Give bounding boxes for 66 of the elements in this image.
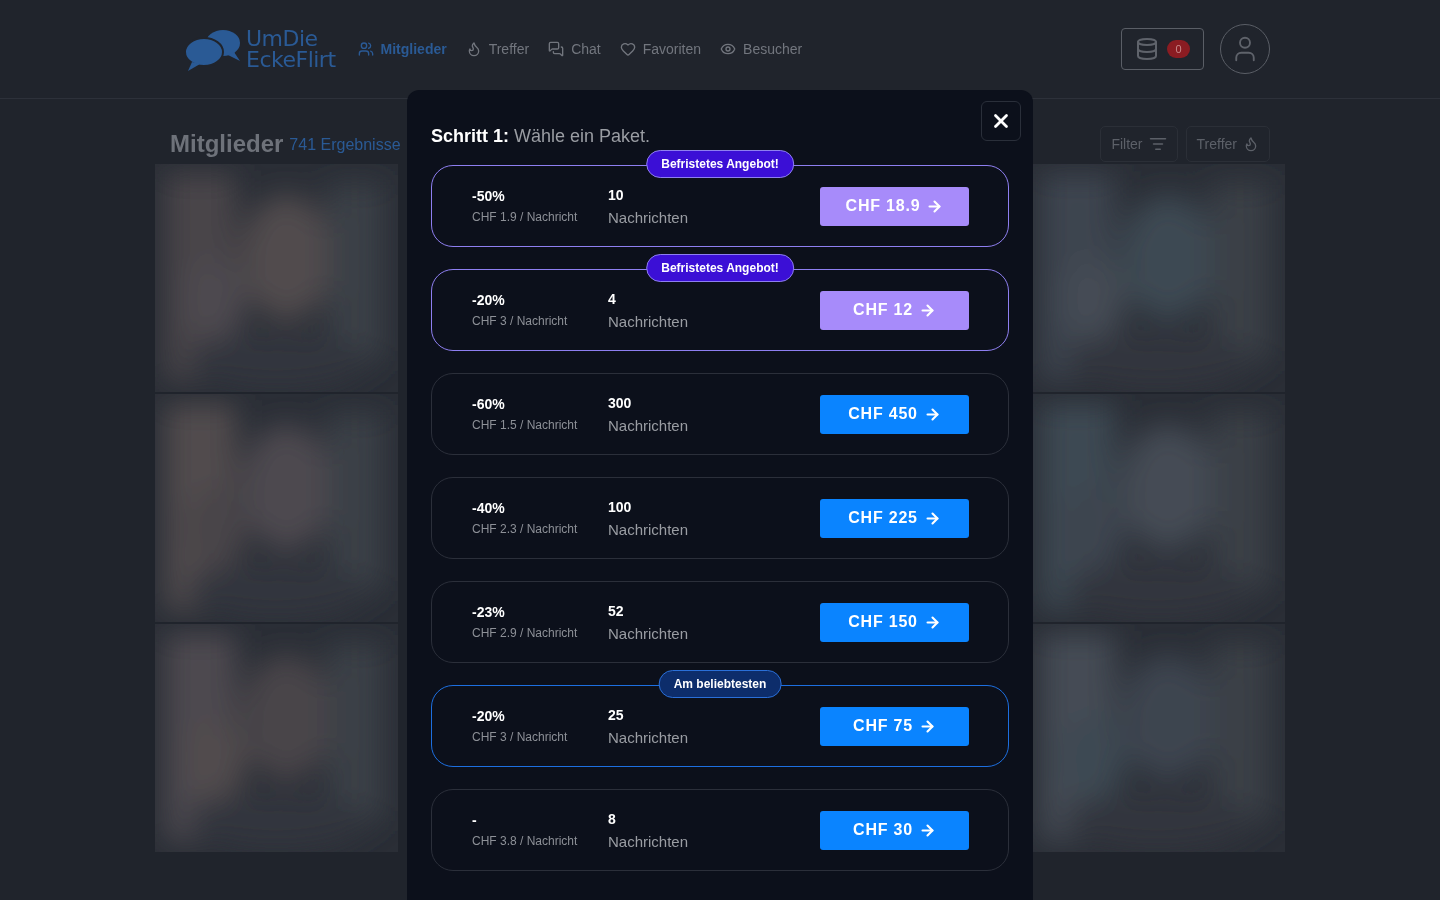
- nav-link[interactable]: Mitglieder: [357, 41, 447, 57]
- result-count: 741 Ergebnisse: [289, 135, 401, 154]
- unit-label: Nachrichten: [608, 312, 690, 330]
- filter-button[interactable]: Filter: [1100, 125, 1178, 162]
- offer-badge: Befristetes Angebot!: [646, 254, 794, 282]
- buy-button[interactable]: CHF 450: [820, 394, 969, 434]
- price-per-message: CHF 3 / Nachricht: [472, 730, 569, 744]
- discount: -50%: [472, 188, 506, 204]
- buy-button[interactable]: CHF 75: [820, 706, 969, 746]
- message-count: 52: [608, 602, 625, 619]
- message-count: 25: [608, 706, 625, 723]
- matches-button[interactable]: Treffer: [1185, 125, 1270, 162]
- message-count: 8: [608, 810, 617, 827]
- unit-label: Nachrichten: [608, 832, 690, 850]
- unit-label: Nachrichten: [608, 624, 690, 642]
- unit-label: Nachrichten: [608, 728, 690, 746]
- message-count: 300: [608, 394, 633, 411]
- nav-link[interactable]: Besucher: [720, 41, 803, 57]
- message-count: 100: [608, 498, 633, 515]
- buy-button[interactable]: CHF 150: [820, 602, 969, 642]
- page-title: Mitglieder: [170, 129, 284, 158]
- package-card[interactable]: -23% CHF 2.9 / Nachricht 52 Nachrichten CHF 150: [431, 581, 1009, 663]
- nav-link[interactable]: Favoriten: [619, 41, 702, 57]
- modal-title: Schritt 1: Wähle ein Paket.: [431, 126, 651, 147]
- unit-label: Nachrichten: [608, 520, 690, 538]
- unit-label: Nachrichten: [608, 416, 690, 434]
- logo-text[interactable]: UmDie EckeFlirt: [246, 28, 336, 70]
- credits-button[interactable]: 0: [1121, 28, 1204, 70]
- buy-button[interactable]: CHF 225: [820, 498, 969, 538]
- unit-label: Nachrichten: [608, 208, 690, 226]
- buy-button[interactable]: CHF 18.9: [820, 186, 969, 226]
- speech-bubbles-icon: [184, 27, 242, 71]
- arrow-right-icon: [918, 301, 936, 319]
- discount: -60%: [472, 396, 506, 412]
- discount: -20%: [472, 708, 506, 724]
- buy-button[interactable]: CHF 30: [820, 810, 969, 850]
- discount: -20%: [472, 292, 506, 308]
- discount: -23%: [472, 604, 506, 620]
- coins-icon: [1135, 37, 1160, 61]
- nav-link[interactable]: Chat: [548, 41, 601, 57]
- heart-icon: [619, 41, 636, 57]
- offer-badge: Befristetes Angebot!: [646, 150, 794, 178]
- credits-count: 0: [1167, 40, 1190, 58]
- buy-button[interactable]: CHF 12: [820, 290, 969, 330]
- message-count: 10: [608, 186, 625, 203]
- flame-icon: [1243, 135, 1259, 152]
- close-button[interactable]: [981, 101, 1021, 141]
- discount: -40%: [472, 500, 506, 516]
- arrow-right-icon: [923, 405, 941, 423]
- profile-button[interactable]: [1220, 24, 1270, 74]
- price-per-message: CHF 1.5 / Nachricht: [472, 418, 579, 432]
- price-per-message: CHF 1.9 / Nachricht: [472, 210, 579, 224]
- package-card[interactable]: -60% CHF 1.5 / Nachricht 300 Nachrichten CHF 450: [431, 373, 1009, 455]
- users-icon: [357, 41, 374, 57]
- message-count: 4: [608, 290, 617, 307]
- chat-icon: [548, 41, 565, 57]
- price-per-message: CHF 3 / Nachricht: [472, 314, 569, 328]
- price-per-message: CHF 2.9 / Nachricht: [472, 626, 579, 640]
- package-card[interactable]: -40% CHF 2.3 / Nachricht 100 Nachrichten CHF 225: [431, 477, 1009, 559]
- nav-link[interactable]: Treffer: [465, 41, 530, 57]
- eye-icon: [720, 41, 737, 57]
- offer-badge: Am beliebtesten: [658, 670, 782, 698]
- price-per-message: CHF 3.8 / Nachricht: [472, 834, 579, 848]
- price-per-message: CHF 2.3 / Nachricht: [472, 522, 579, 536]
- package-card[interactable]: - CHF 3.8 / Nachricht 8 Nachrichten CHF 30: [431, 789, 1009, 871]
- discount: -: [472, 812, 478, 828]
